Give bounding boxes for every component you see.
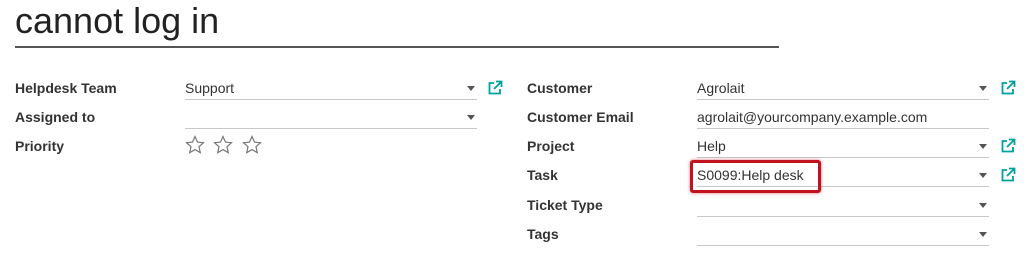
chevron-down-icon[interactable] — [979, 232, 987, 237]
helpdesk-team-value: Support — [185, 80, 235, 96]
ticket-type-field[interactable] — [697, 195, 989, 217]
customer-email-label: Customer Email — [527, 109, 634, 125]
priority-label: Priority — [15, 138, 65, 154]
helpdesk-team-label: Helpdesk Team — [15, 80, 117, 96]
priority-stars — [185, 135, 266, 157]
chevron-down-icon[interactable] — [979, 203, 987, 208]
star-outline-icon[interactable] — [213, 135, 234, 155]
ticket-type-label: Ticket Type — [527, 197, 603, 213]
project-field[interactable]: Help — [697, 136, 989, 158]
customer-label: Customer — [527, 80, 593, 96]
assigned-to-label: Assigned to — [15, 109, 96, 125]
helpdesk-team-field[interactable]: Support — [185, 78, 477, 100]
external-link-icon[interactable] — [1000, 138, 1016, 154]
star-outline-icon[interactable] — [185, 135, 205, 155]
customer-email-field[interactable]: agrolait@yourcompany.example.com — [697, 107, 989, 129]
tags-label: Tags — [527, 226, 559, 242]
project-value: Help — [697, 138, 726, 154]
chevron-down-icon[interactable] — [979, 86, 987, 91]
chevron-down-icon[interactable] — [979, 173, 987, 178]
customer-field[interactable]: Agrolait — [697, 78, 989, 100]
star-outline-icon[interactable] — [241, 135, 262, 155]
external-link-icon[interactable] — [1000, 167, 1016, 183]
chevron-down-icon[interactable] — [467, 86, 475, 91]
task-highlight-box — [690, 160, 821, 193]
customer-email-value: agrolait@yourcompany.example.com — [697, 109, 928, 125]
chevron-down-icon[interactable] — [979, 144, 987, 149]
customer-value: Agrolait — [697, 80, 745, 96]
ticket-title[interactable]: cannot log in — [15, 0, 779, 48]
external-link-icon[interactable] — [1000, 80, 1016, 96]
assigned-to-field[interactable] — [185, 107, 477, 129]
task-label: Task — [527, 167, 558, 183]
external-link-icon[interactable] — [487, 80, 503, 96]
chevron-down-icon[interactable] — [467, 115, 475, 120]
project-label: Project — [527, 138, 575, 154]
tags-field[interactable] — [697, 224, 989, 246]
